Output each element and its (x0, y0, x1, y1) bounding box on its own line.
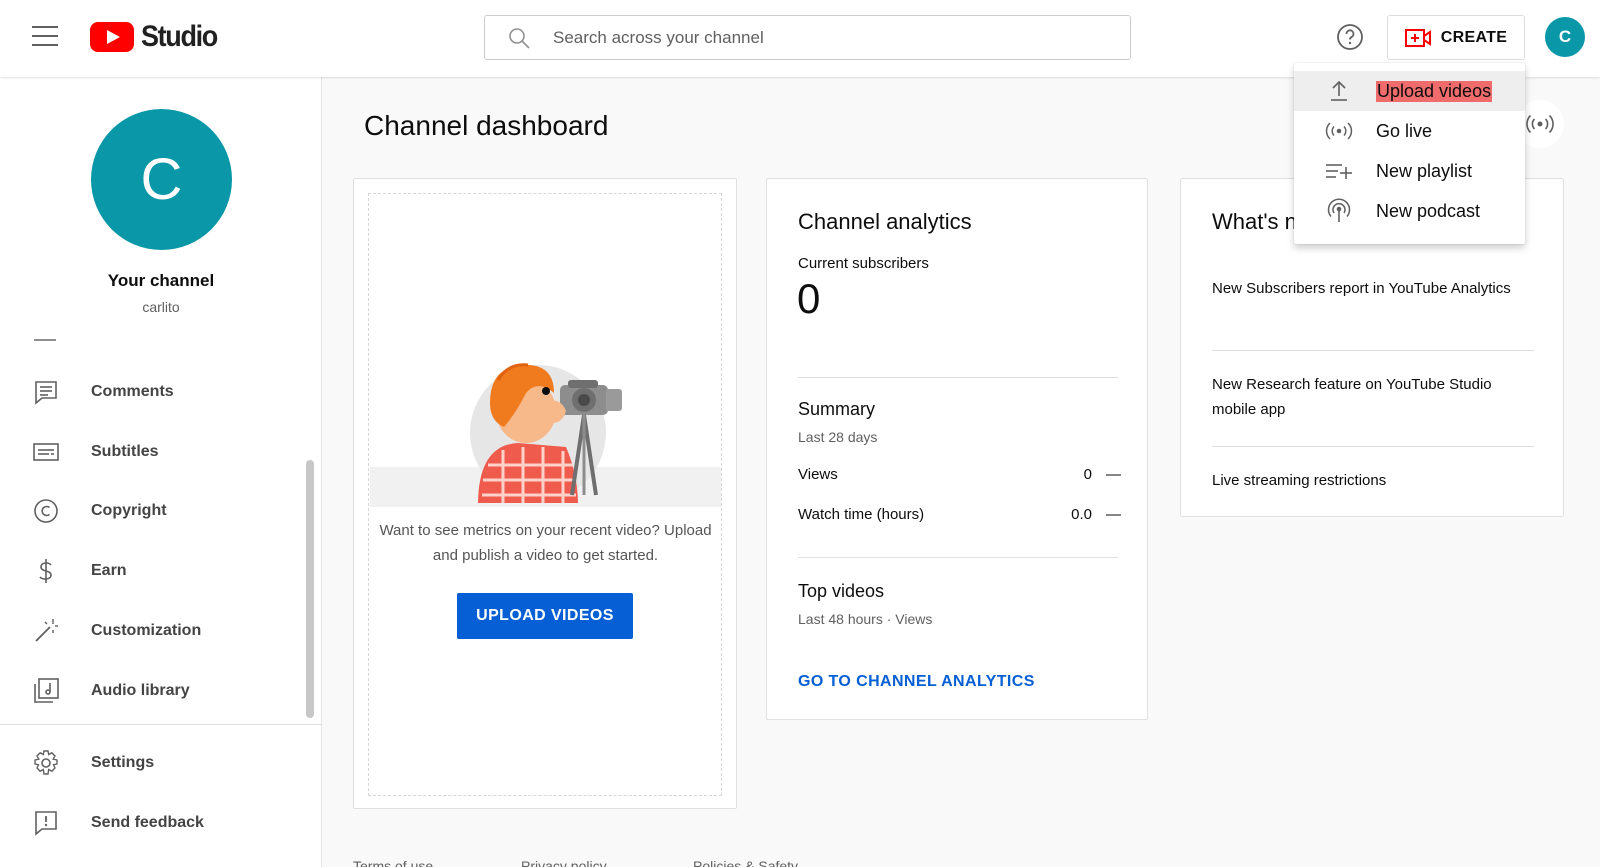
news-item[interactable]: New Subscribers report in YouTube Analyt… (1212, 276, 1512, 301)
camera-operator-illustration (470, 363, 622, 503)
divider (798, 557, 1118, 558)
metric-value: 0 (1083, 466, 1092, 483)
news-item[interactable]: New Research feature on YouTube Studio m… (1212, 372, 1512, 422)
sidebar-item-label: Audio library (91, 682, 190, 699)
audio-library-icon (34, 678, 59, 703)
studio-logo[interactable]: Studio (90, 20, 225, 54)
upload-prompt-text: Want to see metrics on your recent video… (379, 522, 712, 564)
magic-wand-icon (35, 619, 58, 642)
live-icon (1325, 122, 1353, 140)
menu-item-upload-videos[interactable]: Upload videos (1294, 71, 1525, 111)
divider (1212, 446, 1534, 447)
sidebar-item-label: Settings (91, 754, 155, 771)
divider (798, 377, 1118, 378)
metric-delta: — (1106, 466, 1121, 483)
sidebar: C Your channel carlito Comments Subtitle… (0, 77, 322, 867)
feedback-icon (35, 811, 57, 836)
metric-delta: — (1106, 506, 1121, 523)
summary-period: Last 28 days (798, 429, 878, 445)
views-row: Views 0 — (798, 466, 1121, 483)
sidebar-separator (34, 339, 56, 341)
sidebar-item-subtitles[interactable]: Subtitles (0, 424, 306, 480)
search-icon (509, 27, 530, 49)
sidebar-item-earn[interactable]: Earn (0, 543, 306, 599)
menu-item-label: Upload videos (1376, 80, 1493, 102)
policies-link[interactable]: Policies & Safety (693, 858, 798, 867)
sidebar-item-label: Send feedback (91, 814, 204, 831)
watch-time-row: Watch time (hours) 0.0 — (798, 506, 1121, 523)
copyright-icon (34, 499, 58, 523)
menu-item-new-podcast[interactable]: New podcast (1294, 191, 1525, 231)
channel-avatar[interactable]: C (91, 109, 232, 250)
sidebar-item-label: Customization (91, 622, 202, 639)
create-button[interactable]: CREATE (1387, 15, 1525, 60)
logo-text: Studio (141, 20, 218, 53)
upload-icon (1331, 80, 1347, 101)
sidebar-divider (0, 724, 322, 725)
menu-item-label: New playlist (1376, 160, 1473, 181)
sidebar-item-copyright[interactable]: Copyright (0, 483, 306, 539)
news-item[interactable]: Live streaming restrictions (1212, 468, 1512, 493)
dollar-icon (39, 559, 52, 583)
metric-label: Views (798, 466, 838, 483)
sidebar-item-send-feedback[interactable]: Send feedback (0, 795, 306, 851)
subscribers-label: Current subscribers (798, 255, 929, 272)
channel-handle: carlito (142, 299, 180, 315)
podcast-icon (1327, 198, 1351, 222)
terms-link[interactable]: Terms of use (353, 858, 433, 867)
page-title: Channel dashboard (364, 110, 609, 141)
sidebar-item-audio-library[interactable]: Audio library (0, 663, 306, 719)
menu-item-label: New podcast (1376, 200, 1481, 221)
account-avatar[interactable]: C (1545, 17, 1585, 57)
menu-item-new-playlist[interactable]: New playlist (1294, 151, 1525, 191)
comments-icon (35, 381, 57, 405)
help-icon[interactable] (1336, 23, 1364, 51)
create-video-icon (1404, 28, 1431, 47)
create-menu: Upload videos Go live New playlist New p… (1294, 63, 1525, 244)
privacy-link[interactable]: Privacy policy (521, 858, 607, 867)
sidebar-item-settings[interactable]: Settings (0, 735, 306, 791)
playlist-add-icon (1326, 164, 1352, 179)
go-to-analytics-link[interactable]: GO TO CHANNEL ANALYTICS (798, 673, 1035, 691)
search-input[interactable] (553, 27, 1093, 48)
menu-item-label: Go live (1376, 120, 1433, 141)
upload-videos-button[interactable]: UPLOAD VIDEOS (457, 593, 633, 639)
upload-card: Want to see metrics on your recent video… (353, 178, 737, 809)
metric-label: Watch time (hours) (798, 506, 925, 523)
sidebar-item-label: Copyright (91, 502, 167, 519)
subscribers-count: 0 (797, 275, 821, 322)
divider (1212, 350, 1534, 351)
metric-value: 0.0 (1071, 506, 1092, 523)
menu-icon[interactable] (32, 26, 58, 48)
sidebar-item-label: Comments (91, 383, 174, 400)
sidebar-item-label: Subtitles (91, 443, 159, 460)
youtube-logo-icon (90, 22, 134, 52)
sidebar-item-label: Earn (91, 562, 127, 579)
channel-analytics-card: Channel analytics Current subscribers 0 … (766, 178, 1148, 720)
analytics-title: Channel analytics (798, 209, 972, 234)
summary-title: Summary (798, 399, 876, 419)
top-videos-title: Top videos (798, 581, 885, 601)
search-box[interactable] (484, 15, 1131, 60)
menu-item-go-live[interactable]: Go live (1294, 111, 1525, 151)
top-videos-period: Last 48 hours · Views (798, 611, 933, 627)
create-label: CREATE (1440, 28, 1508, 46)
subtitles-icon (33, 443, 59, 461)
live-icon (1526, 114, 1554, 134)
your-channel-label: Your channel (107, 271, 215, 290)
sidebar-scrollbar[interactable] (306, 460, 314, 718)
sidebar-item-customization[interactable]: Customization (0, 603, 306, 659)
gear-icon (34, 750, 58, 775)
sidebar-item-comments[interactable]: Comments (0, 364, 306, 420)
